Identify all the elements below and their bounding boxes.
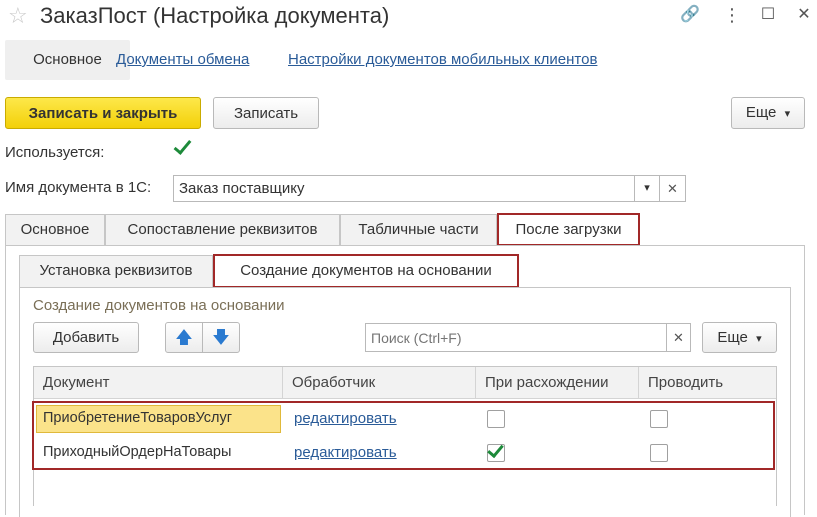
chevron-down-icon: ▾ [756,333,762,345]
clear-icon[interactable]: ✕ [659,175,686,202]
column-header-document[interactable]: Документ [34,367,283,398]
used-label: Используется: [5,144,105,161]
check-icon [487,440,504,459]
on-mismatch-checkbox[interactable] [487,440,505,462]
column-header-handler[interactable]: Обработчик [283,367,476,398]
group-title: Создание документов на основании [33,297,285,314]
post-checkbox[interactable] [650,444,668,462]
close-icon[interactable]: ✕ [794,5,814,25]
tab-main[interactable]: Основное [5,214,105,246]
search-clear-icon[interactable]: ✕ [666,323,691,352]
favorite-star-icon[interactable]: ☆ [8,4,28,28]
doc-name-label: Имя документа в 1С: [5,179,152,196]
subtab-create-based-on[interactable]: Создание документов на основании [213,254,519,288]
table-row[interactable]: ПриобретениеТоваровУслуг редактировать [34,403,774,435]
group-more-button[interactable]: Еще ▾ [702,322,777,353]
tab-table-parts[interactable]: Табличные части [340,214,497,246]
post-checkbox[interactable] [650,410,668,428]
nav-mobile-client-settings[interactable]: Настройки документов мобильных клиентов [288,40,597,80]
table-row[interactable]: ПриходныйОрдерНаТовары редактировать [34,437,774,469]
more-menu-icon[interactable]: ⋮ [722,5,742,25]
save-and-close-button[interactable]: Записать и закрыть [5,97,201,129]
search-input[interactable] [365,323,667,352]
column-header-on-mismatch[interactable]: При расхождении [476,367,639,398]
tab-after-load[interactable]: После загрузки [497,213,640,246]
used-checkbox[interactable] [173,136,196,163]
more-label: Еще [745,104,777,121]
more-button[interactable]: Еще ▾ [731,97,805,129]
check-icon [173,136,192,155]
move-up-icon[interactable]: 🡅 [165,322,203,353]
save-button[interactable]: Записать [213,97,319,129]
maximize-icon[interactable]: ☐ [758,5,778,25]
document-cell: ПриходныйОрдерНаТовары [43,444,232,460]
on-mismatch-checkbox[interactable] [487,410,505,428]
nav-main[interactable]: Основное [5,40,130,80]
dropdown-arrow-icon[interactable]: ▾ [634,175,660,202]
link-icon[interactable]: 🔗 [680,5,700,25]
window-title: ЗаказПост (Настройка документа) [40,3,390,28]
document-cell: ПриобретениеТоваровУслуг [43,410,233,426]
group-more-label: Еще [717,329,748,346]
nav-exchange-documents[interactable]: Документы обмена [116,40,249,80]
move-down-icon[interactable]: 🡇 [202,322,240,353]
tab-field-mapping[interactable]: Сопоставление реквизитов [105,214,340,246]
table-header: Документ Обработчик При расхождении Пров… [34,367,776,399]
chevron-down-icon: ▾ [784,108,791,120]
edit-handler-link[interactable]: редактировать [294,410,397,427]
edit-handler-link[interactable]: редактировать [294,444,397,461]
column-header-post[interactable]: Проводить [639,367,776,398]
add-button[interactable]: Добавить [33,322,139,353]
doc-name-input[interactable]: Заказ поставщику [173,175,635,202]
subtab-set-fields[interactable]: Установка реквизитов [19,255,213,287]
